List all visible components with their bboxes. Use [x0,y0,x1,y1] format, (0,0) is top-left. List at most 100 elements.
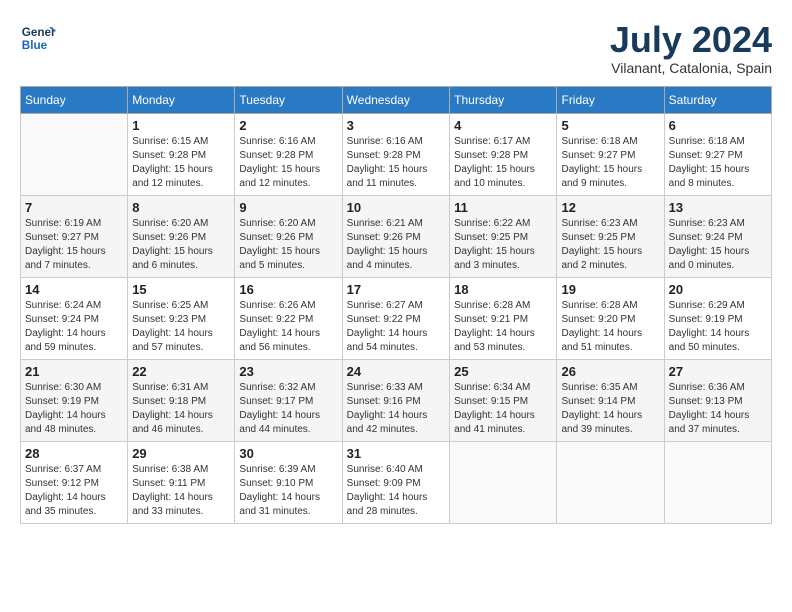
calendar-day-cell: 30 Sunrise: 6:39 AM Sunset: 9:10 PM Dayli… [235,441,342,523]
day-number: 27 [669,364,767,379]
day-number: 29 [132,446,230,461]
weekday-header: Tuesday [235,86,342,113]
day-info: Sunrise: 6:36 AM Sunset: 9:13 PM Dayligh… [669,381,767,437]
day-info: Sunrise: 6:16 AM Sunset: 9:28 PM Dayligh… [347,135,446,191]
calendar-day-cell: 9 Sunrise: 6:20 AM Sunset: 9:26 PM Daylig… [235,195,342,277]
day-info: Sunrise: 6:18 AM Sunset: 9:27 PM Dayligh… [561,135,659,191]
calendar-day-cell: 31 Sunrise: 6:40 AM Sunset: 9:09 PM Dayli… [342,441,450,523]
calendar-day-cell: 17 Sunrise: 6:27 AM Sunset: 9:22 PM Dayli… [342,277,450,359]
day-number: 10 [347,200,446,215]
day-info: Sunrise: 6:31 AM Sunset: 9:18 PM Dayligh… [132,381,230,437]
day-info: Sunrise: 6:20 AM Sunset: 9:26 PM Dayligh… [239,217,337,273]
calendar-day-cell: 10Sunrise: 6:21 AM Sunset: 9:26 PM Dayli… [342,195,450,277]
weekday-header: Sunday [21,86,128,113]
day-number: 23 [239,364,337,379]
day-number: 11 [454,200,552,215]
calendar-day-cell: 13Sunrise: 6:23 AM Sunset: 9:24 PM Dayli… [664,195,771,277]
title-block: July 2024 Vilanant, Catalonia, Spain [610,20,772,76]
calendar-day-cell: 28 Sunrise: 6:37 AM Sunset: 9:12 PM Dayli… [21,441,128,523]
calendar-week-row: 14Sunrise: 6:24 AM Sunset: 9:24 PM Dayli… [21,277,772,359]
day-info: Sunrise: 6:19 AM Sunset: 9:27 PM Dayligh… [25,217,123,273]
day-info: Sunrise: 6:23 AM Sunset: 9:25 PM Dayligh… [561,217,659,273]
calendar-day-cell [664,441,771,523]
day-info: Sunrise: 6:16 AM Sunset: 9:28 PM Dayligh… [239,135,337,191]
location: Vilanant, Catalonia, Spain [610,60,772,76]
weekday-header: Wednesday [342,86,450,113]
calendar-day-cell: 16 Sunrise: 6:26 AM Sunset: 9:22 PM Dayli… [235,277,342,359]
weekday-header: Monday [128,86,235,113]
day-number: 22 [132,364,230,379]
calendar-day-cell: 19 Sunrise: 6:28 AM Sunset: 9:20 PM Dayli… [557,277,664,359]
day-info: Sunrise: 6:40 AM Sunset: 9:09 PM Dayligh… [347,463,446,519]
calendar-week-row: 28 Sunrise: 6:37 AM Sunset: 9:12 PM Dayli… [21,441,772,523]
day-number: 9 [239,200,337,215]
day-number: 16 [239,282,337,297]
day-info: Sunrise: 6:35 AM Sunset: 9:14 PM Dayligh… [561,381,659,437]
calendar-day-cell: 18Sunrise: 6:28 AM Sunset: 9:21 PM Dayli… [450,277,557,359]
calendar-day-cell: 6 Sunrise: 6:18 AM Sunset: 9:27 PM Daylig… [664,113,771,195]
day-info: Sunrise: 6:29 AM Sunset: 9:19 PM Dayligh… [669,299,767,355]
calendar-day-cell: 26Sunrise: 6:35 AM Sunset: 9:14 PM Dayli… [557,359,664,441]
page-header: General Blue July 2024 Vilanant, Catalon… [20,20,772,76]
day-info: Sunrise: 6:30 AM Sunset: 9:19 PM Dayligh… [25,381,123,437]
weekday-header: Saturday [664,86,771,113]
logo: General Blue [20,20,56,56]
day-info: Sunrise: 6:25 AM Sunset: 9:23 PM Dayligh… [132,299,230,355]
calendar-day-cell: 12 Sunrise: 6:23 AM Sunset: 9:25 PM Dayli… [557,195,664,277]
day-number: 6 [669,118,767,133]
calendar-day-cell: 20 Sunrise: 6:29 AM Sunset: 9:19 PM Dayli… [664,277,771,359]
calendar-week-row: 1 Sunrise: 6:15 AM Sunset: 9:28 PM Daylig… [21,113,772,195]
day-number: 1 [132,118,230,133]
logo-icon: General Blue [20,20,56,56]
day-info: Sunrise: 6:32 AM Sunset: 9:17 PM Dayligh… [239,381,337,437]
day-info: Sunrise: 6:37 AM Sunset: 9:12 PM Dayligh… [25,463,123,519]
calendar-day-cell: 4 Sunrise: 6:17 AM Sunset: 9:28 PM Daylig… [450,113,557,195]
calendar-day-cell: 23 Sunrise: 6:32 AM Sunset: 9:17 PM Dayli… [235,359,342,441]
day-info: Sunrise: 6:18 AM Sunset: 9:27 PM Dayligh… [669,135,767,191]
day-number: 17 [347,282,446,297]
day-number: 15 [132,282,230,297]
day-number: 12 [561,200,659,215]
calendar-day-cell: 3Sunrise: 6:16 AM Sunset: 9:28 PM Daylig… [342,113,450,195]
calendar-day-cell: 5Sunrise: 6:18 AM Sunset: 9:27 PM Daylig… [557,113,664,195]
calendar-day-cell: 8Sunrise: 6:20 AM Sunset: 9:26 PM Daylig… [128,195,235,277]
day-info: Sunrise: 6:26 AM Sunset: 9:22 PM Dayligh… [239,299,337,355]
day-info: Sunrise: 6:17 AM Sunset: 9:28 PM Dayligh… [454,135,552,191]
day-info: Sunrise: 6:34 AM Sunset: 9:15 PM Dayligh… [454,381,552,437]
calendar-day-cell [21,113,128,195]
calendar-day-cell: 27 Sunrise: 6:36 AM Sunset: 9:13 PM Dayli… [664,359,771,441]
calendar-week-row: 21Sunrise: 6:30 AM Sunset: 9:19 PM Dayli… [21,359,772,441]
weekday-header: Friday [557,86,664,113]
day-number: 7 [25,200,123,215]
day-number: 25 [454,364,552,379]
calendar-table: SundayMondayTuesdayWednesdayThursdayFrid… [20,86,772,524]
day-number: 31 [347,446,446,461]
calendar-day-cell: 24Sunrise: 6:33 AM Sunset: 9:16 PM Dayli… [342,359,450,441]
day-info: Sunrise: 6:24 AM Sunset: 9:24 PM Dayligh… [25,299,123,355]
calendar-day-cell: 29 Sunrise: 6:38 AM Sunset: 9:11 PM Dayli… [128,441,235,523]
day-number: 28 [25,446,123,461]
calendar-day-cell [557,441,664,523]
day-number: 4 [454,118,552,133]
calendar-day-cell: 25 Sunrise: 6:34 AM Sunset: 9:15 PM Dayli… [450,359,557,441]
day-number: 24 [347,364,446,379]
weekday-header: Thursday [450,86,557,113]
calendar-day-cell: 2Sunrise: 6:16 AM Sunset: 9:28 PM Daylig… [235,113,342,195]
day-info: Sunrise: 6:23 AM Sunset: 9:24 PM Dayligh… [669,217,767,273]
day-info: Sunrise: 6:22 AM Sunset: 9:25 PM Dayligh… [454,217,552,273]
calendar-day-cell: 22 Sunrise: 6:31 AM Sunset: 9:18 PM Dayli… [128,359,235,441]
svg-text:Blue: Blue [22,39,48,52]
day-info: Sunrise: 6:15 AM Sunset: 9:28 PM Dayligh… [132,135,230,191]
day-info: Sunrise: 6:28 AM Sunset: 9:20 PM Dayligh… [561,299,659,355]
weekday-header-row: SundayMondayTuesdayWednesdayThursdayFrid… [21,86,772,113]
day-number: 20 [669,282,767,297]
day-number: 30 [239,446,337,461]
calendar-day-cell: 11 Sunrise: 6:22 AM Sunset: 9:25 PM Dayli… [450,195,557,277]
day-number: 19 [561,282,659,297]
calendar-day-cell [450,441,557,523]
day-info: Sunrise: 6:39 AM Sunset: 9:10 PM Dayligh… [239,463,337,519]
day-info: Sunrise: 6:38 AM Sunset: 9:11 PM Dayligh… [132,463,230,519]
calendar-day-cell: 14Sunrise: 6:24 AM Sunset: 9:24 PM Dayli… [21,277,128,359]
month-year: July 2024 [610,20,772,60]
day-info: Sunrise: 6:27 AM Sunset: 9:22 PM Dayligh… [347,299,446,355]
